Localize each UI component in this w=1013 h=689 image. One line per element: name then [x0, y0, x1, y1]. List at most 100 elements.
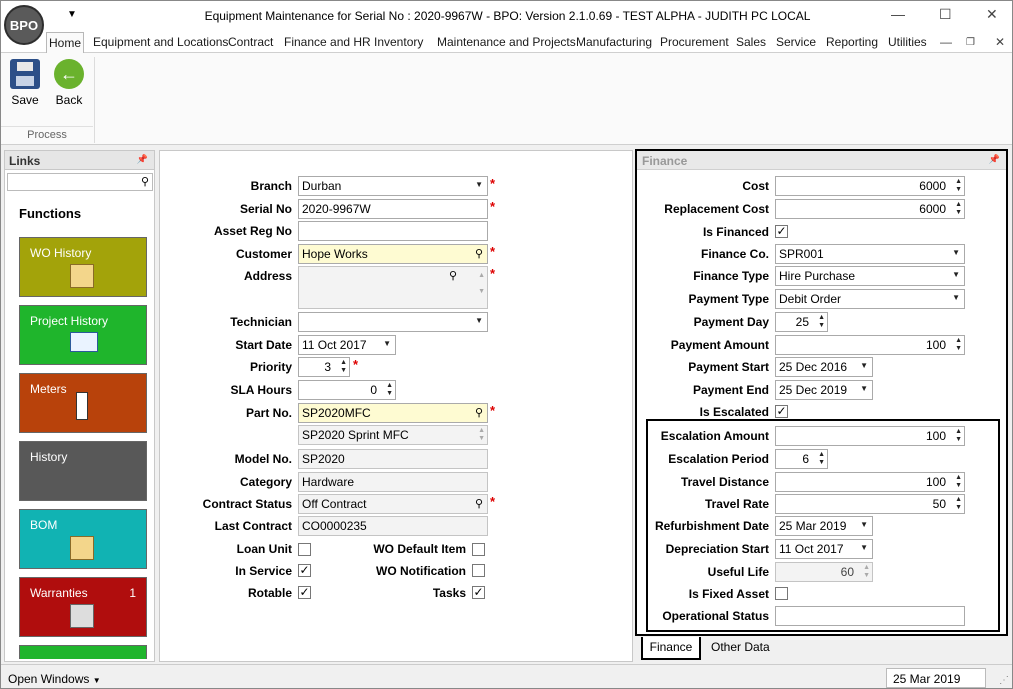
refurbishment-date-picker[interactable]: 25 Mar 2019 ▼: [775, 516, 873, 536]
spin-arrows-icon[interactable]: ▲ ▼: [955, 474, 962, 490]
tab-equipment-and-locations[interactable]: Equipment and Locations: [93, 35, 228, 49]
tile-wo-history[interactable]: WO History: [19, 237, 147, 297]
tile-project-history[interactable]: Project History: [19, 305, 147, 365]
travel-distance-stepper[interactable]: 100 ▲ ▼: [775, 472, 965, 492]
last-contract-label: Last Contract: [214, 519, 292, 533]
customer-lookup[interactable]: Hope Works ⚲: [298, 244, 488, 264]
finance-type-select[interactable]: Hire Purchase ▼: [775, 266, 965, 286]
search-icon[interactable]: ⚲: [475, 247, 483, 260]
resize-grip-icon[interactable]: ⋰: [999, 675, 1009, 686]
open-windows-button[interactable]: Open Windows ▼: [8, 672, 101, 686]
spin-arrows-icon[interactable]: ▲ ▼: [955, 201, 962, 217]
pin-icon[interactable]: 📌: [137, 154, 148, 165]
project-icon: [70, 332, 98, 352]
search-icon[interactable]: ⚲: [141, 175, 149, 188]
tab-service[interactable]: Service: [776, 35, 816, 49]
wo-notification-checkbox[interactable]: [472, 564, 485, 577]
replacement-cost-stepper[interactable]: 6000 ▲ ▼: [775, 199, 965, 219]
chevron-down-icon: ▼: [952, 270, 960, 279]
tab-finance[interactable]: Finance: [641, 637, 701, 660]
part-no-lookup[interactable]: SP2020MFC ⚲: [298, 403, 488, 423]
serial-no-input[interactable]: 2020-9967W: [298, 199, 488, 219]
tile-more[interactable]: [19, 645, 147, 659]
tab-contract[interactable]: Contract: [228, 35, 273, 49]
tile-warranties[interactable]: Warranties 1: [19, 577, 147, 637]
is-fixed-asset-checkbox[interactable]: [775, 587, 788, 600]
payment-day-stepper[interactable]: 25 ▲ ▼: [775, 312, 828, 332]
spin-arrows-icon[interactable]: ▲ ▼: [955, 178, 962, 194]
search-icon[interactable]: ⚲: [475, 497, 483, 510]
sla-hours-value: 0: [370, 383, 377, 397]
save-button[interactable]: Save: [3, 59, 47, 107]
cost-stepper[interactable]: 6000 ▲ ▼: [775, 176, 965, 196]
payment-start-label: Payment Start: [688, 360, 769, 374]
loan-unit-checkbox[interactable]: [298, 543, 311, 556]
scroll-arrows-icon[interactable]: ▲ ▼: [478, 268, 485, 300]
maximize-button[interactable]: ☐: [939, 6, 952, 23]
minimize-button[interactable]: —: [891, 6, 905, 22]
priority-stepper[interactable]: 3 ▲ ▼: [298, 357, 350, 377]
tasks-checkbox[interactable]: ✓: [472, 586, 485, 599]
pin-icon[interactable]: 📌: [989, 154, 1000, 165]
mdi-restore-icon[interactable]: ❐: [966, 37, 975, 48]
travel-rate-stepper[interactable]: 50 ▲ ▼: [775, 494, 965, 514]
tab-sales[interactable]: Sales: [736, 35, 766, 49]
payment-start-picker[interactable]: 25 Dec 2016 ▼: [775, 357, 873, 377]
rotable-checkbox[interactable]: ✓: [298, 586, 311, 599]
close-button[interactable]: ✕: [986, 6, 998, 23]
tab-inventory[interactable]: Inventory: [374, 35, 423, 49]
tile-history[interactable]: History: [19, 441, 147, 501]
part-description-field: SP2020 Sprint MFC ▲ ▼: [298, 425, 488, 445]
links-title: Links: [9, 154, 41, 168]
spin-arrows-icon[interactable]: ▲ ▼: [818, 451, 825, 467]
spin-arrows-icon[interactable]: ▲ ▼: [955, 428, 962, 444]
tab-other-data[interactable]: Other Data: [711, 640, 770, 654]
mdi-minimize-icon[interactable]: —: [940, 35, 952, 49]
tab-reporting[interactable]: Reporting: [826, 35, 878, 49]
customer-value: Hope Works: [302, 247, 368, 261]
search-icon[interactable]: ⚲: [449, 269, 457, 282]
spin-arrows-icon[interactable]: ▲ ▼: [818, 314, 825, 330]
tab-procurement[interactable]: Procurement: [660, 35, 729, 49]
is-escalated-checkbox[interactable]: ✓: [775, 405, 788, 418]
operational-status-input[interactable]: [775, 606, 965, 626]
spin-arrows-icon[interactable]: ▲ ▼: [955, 337, 962, 353]
branch-label: Branch: [250, 179, 292, 193]
spin-arrows-icon[interactable]: ▲ ▼: [340, 359, 347, 375]
payment-type-select[interactable]: Debit Order ▼: [775, 289, 965, 309]
contract-status-lookup[interactable]: Off Contract ⚲: [298, 494, 488, 514]
technician-select[interactable]: ▼: [298, 312, 488, 332]
is-financed-checkbox[interactable]: ✓: [775, 225, 788, 238]
required-marker: *: [490, 199, 496, 214]
finance-co-select[interactable]: SPR001 ▼: [775, 244, 965, 264]
in-service-checkbox[interactable]: ✓: [298, 564, 311, 577]
tab-utilities[interactable]: Utilities: [888, 35, 927, 49]
mdi-close-icon[interactable]: ✕: [995, 35, 1005, 49]
app-logo[interactable]: BPO: [4, 5, 44, 45]
tab-home[interactable]: Home: [46, 32, 84, 54]
address-input[interactable]: ⚲ ▲ ▼: [298, 266, 488, 309]
spin-arrows-icon[interactable]: ▲ ▼: [386, 382, 393, 398]
tab-finance-and-hr[interactable]: Finance and HR: [284, 35, 371, 49]
wo-default-item-checkbox[interactable]: [472, 543, 485, 556]
payment-amount-stepper[interactable]: 100 ▲ ▼: [775, 335, 965, 355]
escalation-period-stepper[interactable]: 6 ▲ ▼: [775, 449, 828, 469]
depreciation-start-picker[interactable]: 11 Oct 2017 ▼: [775, 539, 873, 559]
links-search-input[interactable]: ⚲: [7, 173, 153, 191]
useful-life-value: 60: [840, 565, 854, 579]
branch-select[interactable]: Durban ▼: [298, 176, 488, 196]
escalation-amount-stepper[interactable]: 100 ▲ ▼: [775, 426, 965, 446]
search-icon[interactable]: ⚲: [475, 406, 483, 419]
tab-manufacturing[interactable]: Manufacturing: [576, 35, 652, 49]
tab-maintenance-and-projects[interactable]: Maintenance and Projects: [437, 35, 576, 49]
back-button[interactable]: ← Back: [47, 59, 91, 107]
spin-arrows-icon[interactable]: ▲ ▼: [955, 496, 962, 512]
payment-end-picker[interactable]: 25 Dec 2019 ▼: [775, 380, 873, 400]
finance-panel-header: Finance: [637, 151, 1006, 170]
tile-meters[interactable]: Meters: [19, 373, 147, 433]
tile-bom[interactable]: BOM: [19, 509, 147, 569]
depreciation-start-label: Depreciation Start: [665, 542, 769, 556]
asset-reg-no-input[interactable]: [298, 221, 488, 241]
start-date-picker[interactable]: 11 Oct 2017 ▼: [298, 335, 396, 355]
sla-hours-stepper[interactable]: 0 ▲ ▼: [298, 380, 396, 400]
